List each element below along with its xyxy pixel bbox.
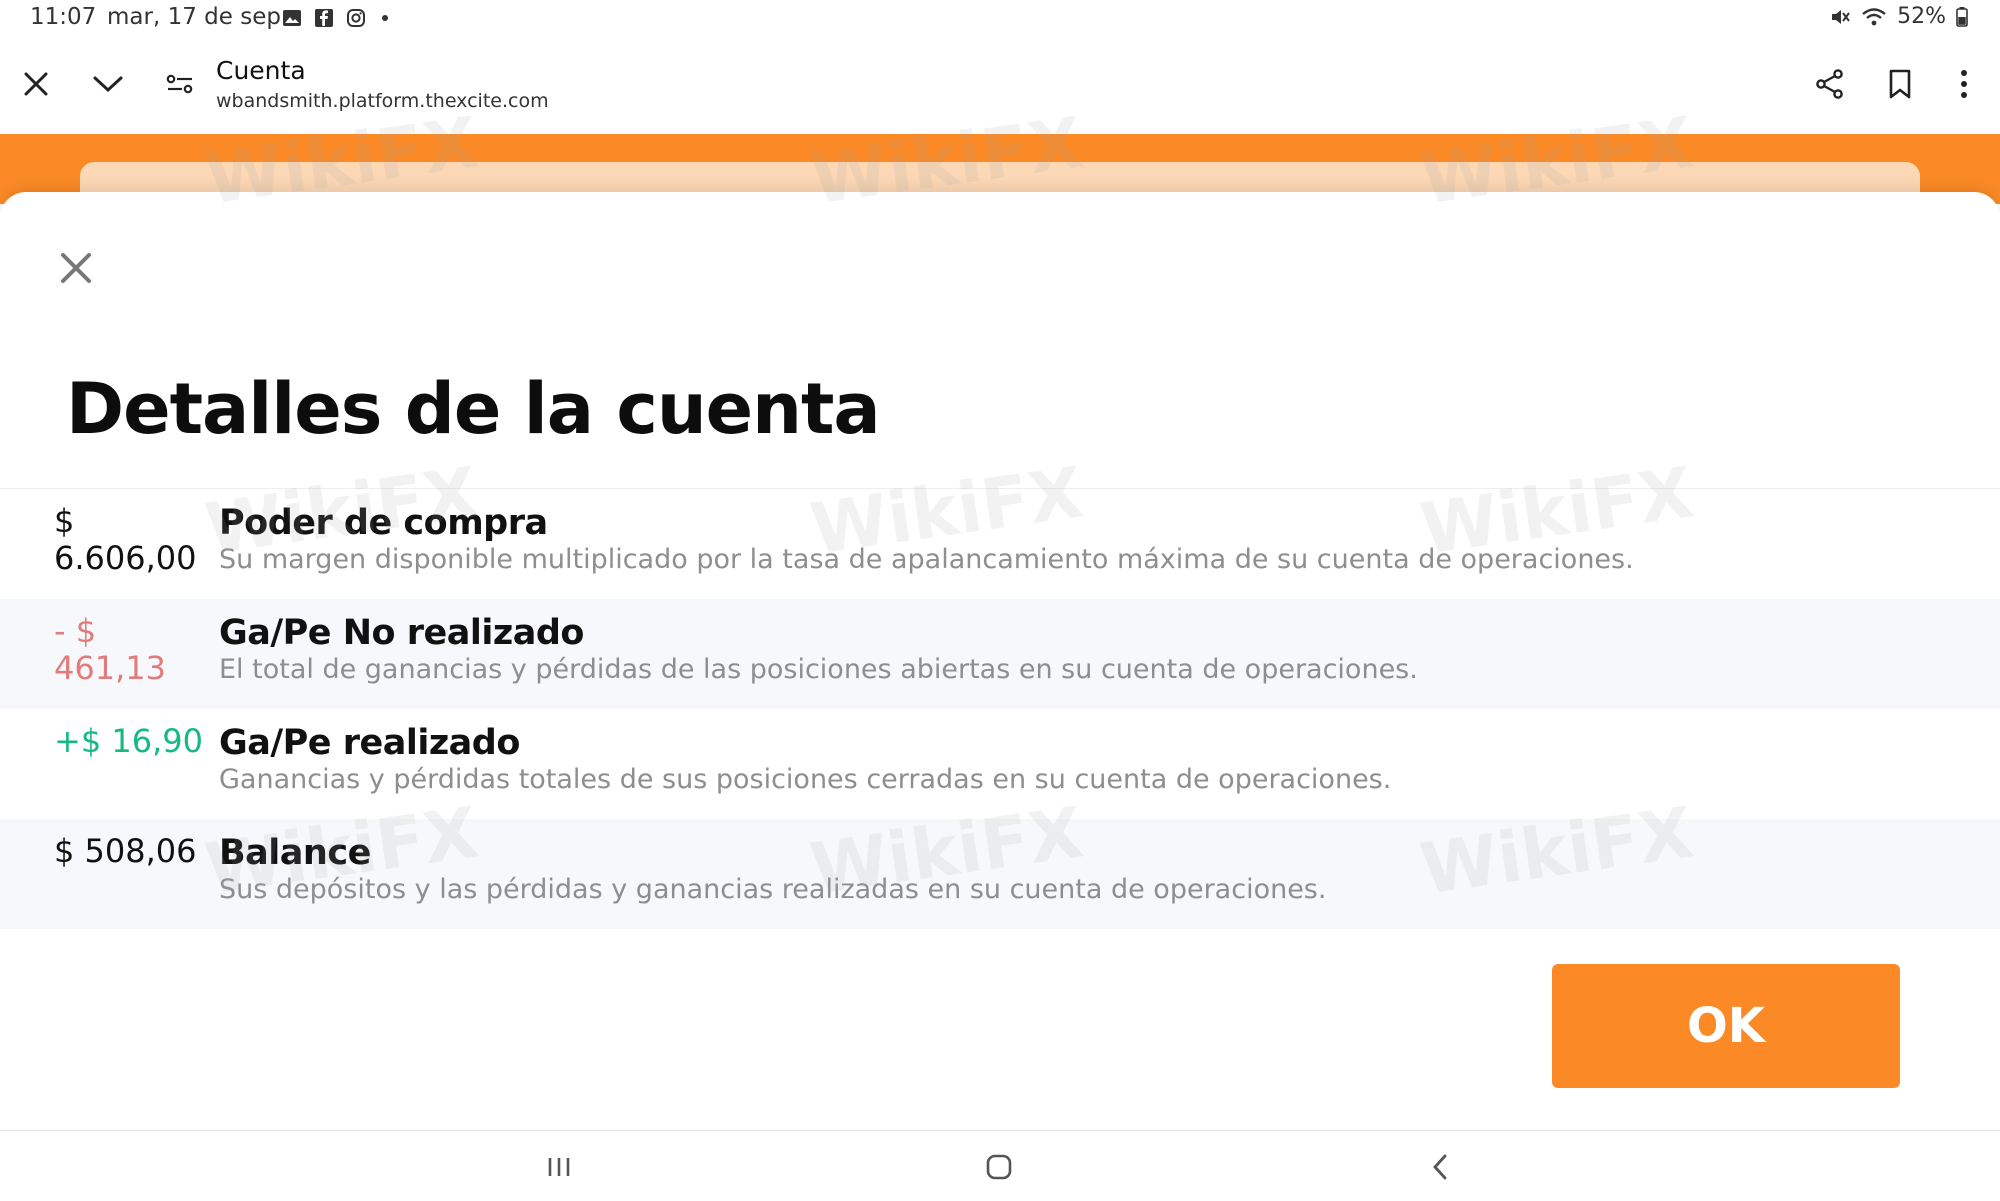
status-bar: 11:07 mar, 17 de sep. 52% (0, 0, 2000, 36)
unrealized-pl-value: - $ 461,13 (54, 612, 166, 687)
system-nav-bar (0, 1130, 2000, 1201)
page-title: Cuenta (216, 56, 306, 85)
buying-power-label: Poder de compra (219, 503, 548, 543)
battery-level: 52% (1897, 4, 1946, 29)
instagram-icon (347, 9, 365, 27)
page-url[interactable]: wbandsmith.platform.thexcite.com (216, 90, 549, 112)
chevron-down-icon (93, 76, 123, 93)
system-indicators: 52% (1829, 4, 1968, 29)
realized-pl-label: Ga/Pe realizado (219, 723, 520, 763)
more-options-button[interactable] (1940, 60, 1988, 108)
balance-value: $ 508,06 (54, 832, 197, 870)
home-icon (986, 1154, 1012, 1180)
buying-power-value: $ 6.606,00 (54, 502, 197, 577)
more-notifications-dot (382, 15, 388, 21)
back-icon (1433, 1154, 1447, 1180)
bookmark-button[interactable] (1876, 60, 1924, 108)
page-settings-icon (166, 74, 193, 94)
unrealized-pl-label: Ga/Pe No realizado (219, 613, 584, 653)
browser-toolbar: Cuenta wbandsmith.platform.thexcite.com (0, 36, 2000, 134)
mute-icon (1832, 9, 1850, 24)
recent-apps-button[interactable] (539, 1149, 579, 1185)
close-icon (24, 72, 48, 96)
close-tab-button[interactable] (12, 60, 60, 108)
list-item: $ 508,06 Balance Sus depósitos y las pér… (0, 819, 2000, 929)
list-item: - $ 461,13 Ga/Pe No realizado El total d… (0, 599, 2000, 709)
more-icon (1961, 70, 1967, 98)
status-date: mar, 17 de sep. (107, 4, 289, 30)
close-icon (61, 253, 91, 283)
share-icon (1816, 69, 1843, 99)
share-button[interactable] (1806, 60, 1854, 108)
realized-pl-value: +$ 16,90 (54, 722, 203, 760)
ok-button[interactable]: OK (1552, 964, 1900, 1088)
account-details-list: $ 6.606,00 Poder de compra Su margen dis… (0, 488, 2000, 929)
balance-description: Sus depósitos y las pérdidas y ganancias… (219, 874, 1327, 905)
back-button[interactable] (1420, 1149, 1460, 1185)
list-item: $ 6.606,00 Poder de compra Su margen dis… (0, 489, 2000, 599)
realized-pl-description: Ganancias y pérdidas totales de sus posi… (219, 764, 1392, 795)
gallery-icon (283, 10, 301, 26)
status-time: 11:07 (30, 4, 97, 30)
recent-apps-icon (548, 1158, 570, 1176)
home-button[interactable] (979, 1149, 1019, 1185)
unrealized-pl-description: El total de ganancias y pérdidas de las … (219, 654, 1418, 685)
page-settings-button[interactable] (156, 60, 204, 108)
buying-power-description: Su margen disponible multiplicado por la… (219, 544, 1634, 575)
bookmark-icon (1889, 69, 1911, 99)
facebook-icon (315, 9, 333, 27)
minimize-button[interactable] (84, 60, 132, 108)
account-details-modal: Detalles de la cuenta $ 6.606,00 Poder d… (0, 192, 2000, 1130)
modal-title: Detalles de la cuenta (66, 368, 881, 450)
list-item: +$ 16,90 Ga/Pe realizado Ganancias y pér… (0, 709, 2000, 819)
modal-close-button[interactable] (52, 244, 100, 292)
balance-label: Balance (219, 833, 371, 873)
notification-icons (282, 8, 388, 28)
wifi-icon (1862, 7, 1886, 25)
battery-icon (1956, 6, 1968, 27)
